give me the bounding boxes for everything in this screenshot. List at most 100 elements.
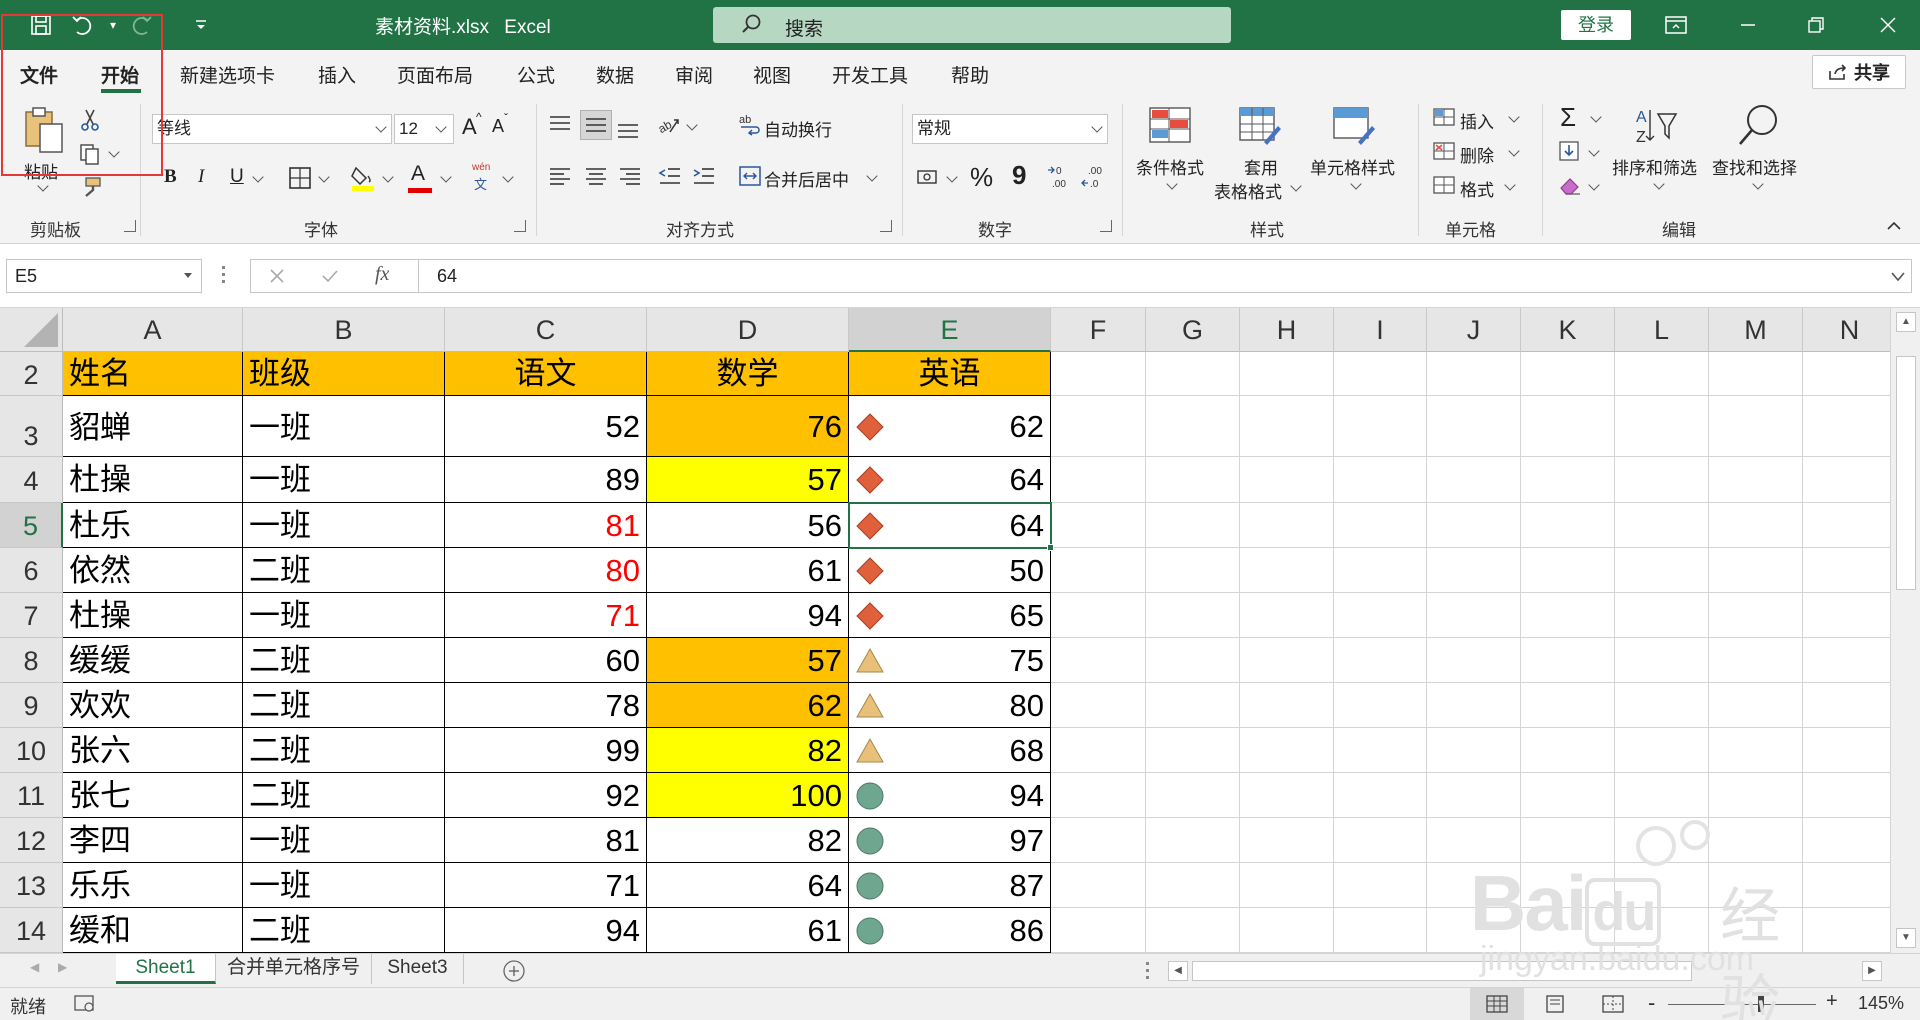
table-cell[interactable]: 76 [647, 396, 849, 457]
zoom-in-button[interactable]: + [1826, 990, 1838, 1013]
table-cell[interactable]: 62 [647, 683, 849, 728]
tab-insert[interactable]: 插入 [318, 61, 356, 88]
empty-cell[interactable] [1803, 728, 1897, 773]
table-cell[interactable]: 乐乐 [63, 863, 243, 908]
scroll-right-icon[interactable]: ▶ [1862, 961, 1882, 981]
empty-cell[interactable] [1615, 352, 1709, 396]
vertical-scrollbar[interactable]: ▲ ▼ [1890, 308, 1920, 953]
empty-cell[interactable] [1427, 728, 1521, 773]
minimize-icon[interactable] [1730, 10, 1766, 40]
tab-view[interactable]: 视图 [753, 61, 791, 88]
empty-cell[interactable] [1427, 548, 1521, 593]
format-painter-icon[interactable] [78, 176, 104, 205]
empty-cell[interactable] [1334, 593, 1427, 638]
empty-cell[interactable] [1427, 396, 1521, 457]
autosum-dropdown-icon[interactable] [1590, 111, 1602, 123]
empty-cell[interactable] [1051, 683, 1146, 728]
row-header[interactable]: 10 [0, 728, 63, 773]
table-cell[interactable]: 89 [445, 457, 647, 503]
tab-formulas[interactable]: 公式 [517, 61, 555, 88]
insert-cells-label[interactable]: 插入 [1460, 108, 1494, 133]
empty-cell[interactable] [1146, 863, 1240, 908]
borders-dropdown-icon[interactable] [318, 171, 330, 183]
row-header[interactable]: 14 [0, 908, 63, 953]
insert-cells-dropdown-icon[interactable] [1508, 111, 1520, 123]
empty-cell[interactable] [1146, 818, 1240, 863]
empty-cell[interactable] [1334, 863, 1427, 908]
table-cell[interactable]: 71 [445, 593, 647, 638]
empty-cell[interactable] [1803, 503, 1897, 548]
fill-handle[interactable] [1047, 544, 1054, 551]
empty-cell[interactable] [1240, 548, 1334, 593]
row-header[interactable]: 7 [0, 593, 63, 638]
format-as-table-dropdown-icon[interactable] [1290, 180, 1302, 192]
borders-icon[interactable] [288, 166, 312, 195]
table-cell[interactable]: 杜操 [63, 593, 243, 638]
empty-cell[interactable] [1334, 683, 1427, 728]
table-cell[interactable]: 杜乐 [63, 503, 243, 548]
clear-dropdown-icon[interactable] [1588, 179, 1600, 191]
row-header[interactable]: 6 [0, 548, 63, 593]
cell-styles-icon[interactable] [1332, 106, 1376, 151]
empty-cell[interactable] [1146, 457, 1240, 503]
empty-cell[interactable] [1427, 457, 1521, 503]
delete-cells-dropdown-icon[interactable] [1508, 145, 1520, 157]
table-cell[interactable]: 78 [445, 683, 647, 728]
table-cell[interactable]: 杜操 [63, 457, 243, 503]
ribbon-display-options-icon[interactable] [1658, 10, 1694, 40]
empty-cell[interactable] [1615, 503, 1709, 548]
table-cell[interactable]: 82 [647, 728, 849, 773]
name-box-dropdown-icon[interactable] [183, 272, 193, 280]
empty-cell[interactable] [1709, 728, 1803, 773]
empty-cell[interactable] [1615, 593, 1709, 638]
align-bottom-icon[interactable] [616, 118, 640, 145]
decrease-font-icon[interactable]: A [492, 116, 504, 137]
table-cell[interactable]: 94 [445, 908, 647, 953]
empty-cell[interactable] [1709, 396, 1803, 457]
row-header[interactable]: 5 [0, 503, 63, 548]
cell-styles-label[interactable]: 单元格样式 [1310, 154, 1395, 179]
number-format-dropdown-icon[interactable] [1091, 121, 1103, 133]
empty-cell[interactable] [1427, 593, 1521, 638]
next-sheet-icon[interactable]: ▶ [58, 960, 67, 974]
table-cell[interactable]: 一班 [243, 503, 445, 548]
increase-font-icon[interactable]: A [462, 114, 477, 140]
table-cell[interactable]: 92 [445, 773, 647, 818]
empty-cell[interactable] [1051, 396, 1146, 457]
empty-cell[interactable] [1709, 503, 1803, 548]
empty-cell[interactable] [1521, 773, 1615, 818]
format-as-table-label-line2[interactable]: 表格格式 [1214, 178, 1282, 203]
table-cell[interactable]: 81 [445, 818, 647, 863]
orientation-dropdown-icon[interactable] [686, 119, 698, 131]
row-header[interactable]: 8 [0, 638, 63, 683]
empty-cell[interactable] [1615, 773, 1709, 818]
table-cell[interactable]: 依然 [63, 548, 243, 593]
empty-cell[interactable] [1051, 593, 1146, 638]
tab-developer[interactable]: 开发工具 [832, 61, 908, 88]
table-cell[interactable]: 一班 [243, 593, 445, 638]
empty-cell[interactable] [1615, 396, 1709, 457]
table-cell[interactable]: 57 [647, 457, 849, 503]
autosum-icon[interactable]: Σ [1560, 102, 1576, 133]
table-cell[interactable]: 94 [647, 593, 849, 638]
empty-cell[interactable] [1709, 457, 1803, 503]
empty-cell[interactable] [1051, 863, 1146, 908]
table-cell[interactable]: 99 [445, 728, 647, 773]
empty-cell[interactable] [1521, 352, 1615, 396]
empty-cell[interactable] [1427, 638, 1521, 683]
zoom-level[interactable]: 145% [1858, 993, 1904, 1014]
empty-cell[interactable] [1521, 548, 1615, 593]
empty-cell[interactable] [1240, 352, 1334, 396]
empty-cell[interactable] [1709, 638, 1803, 683]
insert-cells-icon[interactable] [1432, 106, 1458, 133]
empty-cell[interactable] [1803, 396, 1897, 457]
underline-dropdown-icon[interactable] [252, 171, 264, 183]
table-cell[interactable]: 82 [647, 818, 849, 863]
table-cell[interactable]: 60 [445, 638, 647, 683]
tab-data[interactable]: 数据 [596, 61, 634, 88]
sort-filter-label[interactable]: 排序和筛选 [1612, 154, 1697, 179]
page-break-view-icon[interactable] [1602, 995, 1624, 1013]
empty-cell[interactable] [1146, 728, 1240, 773]
sort-filter-dropdown-icon[interactable] [1653, 178, 1665, 190]
tab-splitter-icon[interactable] [1146, 962, 1149, 980]
